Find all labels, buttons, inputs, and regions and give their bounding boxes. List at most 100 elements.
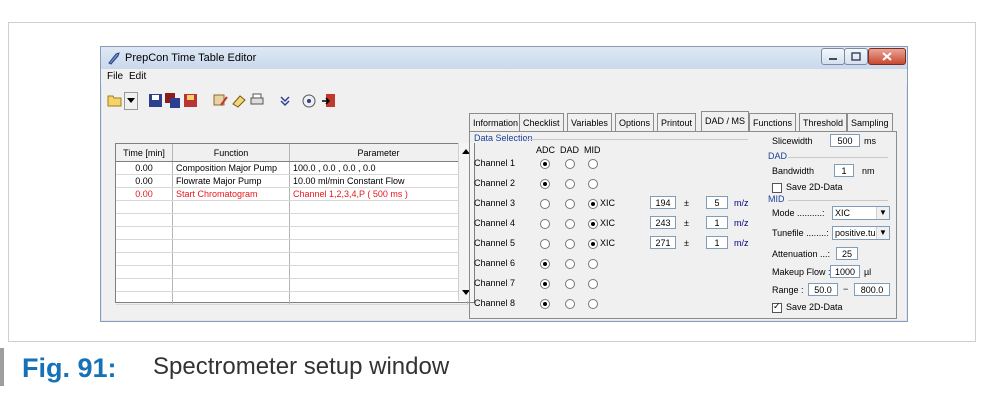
preview-icon[interactable] [301, 91, 317, 109]
channel-2-mid-radio[interactable] [588, 179, 598, 189]
channel-5-mass-field[interactable]: 271 [650, 236, 676, 249]
eraser-icon[interactable] [231, 91, 247, 109]
save-2d-dad-checkbox[interactable] [772, 183, 782, 193]
channel-1-adc-radio[interactable] [540, 159, 550, 169]
tab-options[interactable]: Options [615, 113, 655, 132]
range-to-field[interactable]: 800.0 [854, 283, 890, 296]
channel-8-mid-radio[interactable] [588, 299, 598, 309]
attenuation-field[interactable]: 25 [836, 247, 858, 260]
empty-row[interactable] [116, 265, 468, 279]
menu-edit[interactable]: Edit [129, 71, 146, 82]
channel-3-mid-radio[interactable] [588, 199, 598, 209]
channel-2-adc-radio[interactable] [540, 179, 550, 189]
tunefile-select[interactable]: positive.tu ▼ [832, 226, 890, 240]
save-2d-mid-checkbox[interactable] [772, 301, 782, 313]
channel-4-dad-radio[interactable] [565, 219, 575, 229]
empty-row[interactable] [116, 226, 468, 240]
close-button[interactable] [868, 48, 906, 65]
channel-2-dad-radio[interactable] [565, 179, 575, 189]
makeup-flow-field[interactable]: 1000 [830, 265, 860, 278]
channel-3-adc-radio[interactable] [540, 199, 550, 209]
mode-select[interactable]: XIC ▼ [832, 206, 890, 220]
table-row[interactable]: 0.00 Start Chromatogram Channel 1,2,3,4,… [116, 187, 468, 201]
range-label: Range : [772, 285, 804, 295]
tab-threshold[interactable]: Threshold [799, 113, 848, 132]
time-cell[interactable]: 0.00 [116, 174, 173, 188]
time-cell[interactable]: 0.00 [116, 187, 173, 201]
channel-6-mid-radio[interactable] [588, 259, 598, 269]
exit-icon[interactable] [321, 91, 337, 109]
open-folder-icon[interactable] [107, 91, 123, 109]
parameter-cell[interactable]: 10.00 ml/min Constant Flow [289, 174, 468, 188]
maximize-icon [851, 52, 861, 61]
empty-row[interactable] [116, 291, 468, 305]
channel-6-adc-radio[interactable] [540, 259, 550, 269]
bandwidth-field[interactable]: 1 [834, 164, 854, 177]
tab-variables[interactable]: Variables [567, 113, 612, 132]
dropdown-arrow-icon[interactable] [124, 92, 138, 110]
channel-6-dad-radio[interactable] [565, 259, 575, 269]
channel-1-mid-radio[interactable] [588, 159, 598, 169]
title-bar[interactable]: PrepCon Time Table Editor [101, 47, 907, 69]
minimize-icon [829, 58, 837, 60]
channel-4-mass-field[interactable]: 243 [650, 216, 676, 229]
print-icon[interactable] [249, 91, 265, 109]
channel-3-dad-radio[interactable] [565, 199, 575, 209]
empty-row[interactable] [116, 278, 468, 292]
maximize-button[interactable] [844, 48, 868, 65]
range-from-field[interactable]: 50.0 [808, 283, 838, 296]
table-row[interactable]: 0.00 Composition Major Pump 100.0 , 0.0 … [116, 161, 468, 175]
channel-7-dad-radio[interactable] [565, 279, 575, 289]
menu-file[interactable]: File [107, 71, 123, 82]
channel-7-adc-radio[interactable] [540, 279, 550, 289]
chevron-down-icon[interactable] [277, 91, 293, 109]
tab-printout[interactable]: Printout [657, 113, 697, 132]
tab-functions[interactable]: Functions [749, 113, 797, 132]
channel-5-adc-radio[interactable] [540, 239, 550, 249]
chevron-down-icon[interactable]: ▼ [876, 207, 889, 219]
parameter-cell[interactable]: 100.0 , 0.0 , 0.0 , 0.0 [289, 161, 468, 175]
channel-1-dad-radio[interactable] [565, 159, 575, 169]
empty-row[interactable] [116, 239, 468, 253]
save-all-icon[interactable] [165, 91, 181, 109]
channel-5-mid-radio[interactable] [588, 239, 598, 249]
channel-2-label: Channel 2 [474, 178, 516, 188]
channel-4-tolerance-field[interactable]: 1 [706, 216, 728, 229]
channel-3-mass-field[interactable]: 194 [650, 196, 676, 209]
channel-7-mid-radio[interactable] [588, 279, 598, 289]
dad-group-label: DAD [768, 151, 788, 161]
save-2d-mid-label: Save 2D-Data [786, 302, 843, 312]
table-row[interactable]: 0.00 Flowrate Major Pump 10.00 ml/min Co… [116, 174, 468, 188]
channel-5-dad-radio[interactable] [565, 239, 575, 249]
close-icon [882, 52, 892, 61]
channel-8-label: Channel 8 [474, 298, 516, 308]
function-cell[interactable]: Composition Major Pump [172, 161, 290, 175]
channel-8-adc-radio[interactable] [540, 299, 550, 309]
channel-4-adc-radio[interactable] [540, 219, 550, 229]
channel-3-tolerance-field[interactable]: 5 [706, 196, 728, 209]
save-as-icon[interactable] [183, 91, 199, 109]
time-cell[interactable]: 0.00 [116, 161, 173, 175]
function-cell[interactable]: Flowrate Major Pump [172, 174, 290, 188]
column-header-function[interactable]: Function [172, 144, 290, 162]
save-2d-dad-label: Save 2D-Data [786, 182, 843, 192]
empty-row[interactable] [116, 213, 468, 227]
slicewidth-field[interactable]: 500 [830, 134, 860, 147]
save-icon[interactable] [147, 91, 163, 109]
table-edit-icon[interactable] [213, 91, 229, 109]
parameter-cell[interactable]: Channel 1,2,3,4,P ( 500 ms ) [289, 187, 468, 201]
channel-4-mid-radio[interactable] [588, 219, 598, 229]
channel-5-tolerance-field[interactable]: 1 [706, 236, 728, 249]
chevron-down-icon[interactable]: ▼ [876, 227, 889, 239]
tab-information[interactable]: Information [469, 113, 523, 132]
function-cell[interactable]: Start Chromatogram [172, 187, 290, 201]
tab-dad-ms[interactable]: DAD / MS [701, 111, 750, 132]
empty-row[interactable] [116, 200, 468, 214]
column-header-parameter[interactable]: Parameter [289, 144, 468, 162]
minimize-button[interactable] [821, 48, 845, 65]
tab-checklist[interactable]: Checklist [519, 113, 564, 132]
column-header-time[interactable]: Time [min] [116, 144, 173, 162]
empty-row[interactable] [116, 252, 468, 266]
channel-8-dad-radio[interactable] [565, 299, 575, 309]
tab-sampling[interactable]: Sampling [847, 113, 893, 132]
